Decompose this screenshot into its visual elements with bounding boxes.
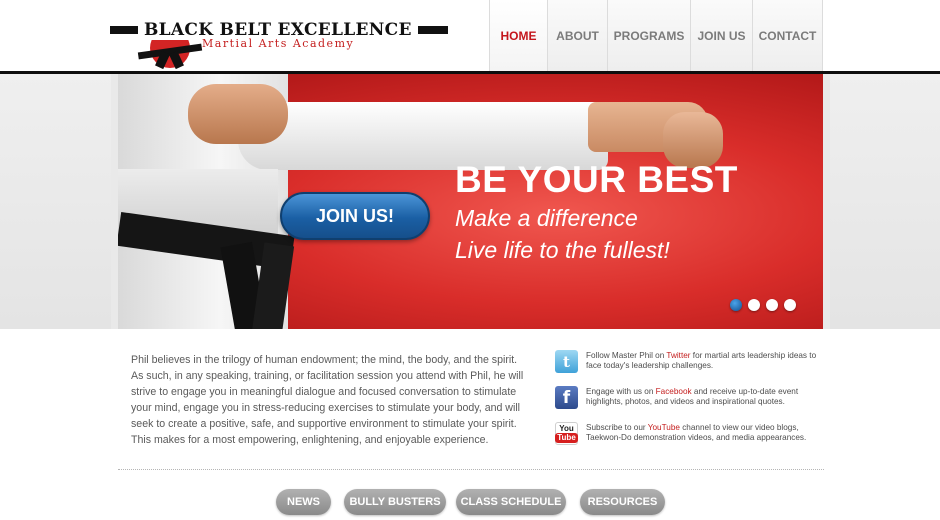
twitter-link[interactable]: Twitter [666,351,690,360]
nav-item-programs[interactable]: PROGRAMS [607,0,690,71]
slider-dot-2[interactable] [748,299,760,311]
social-facebook: f Engage with us on Facebook and receive… [555,386,825,409]
social-twitter: t Follow Master Phil on Twitter for mart… [555,350,825,373]
youtube-icon-tube: Tube [555,433,578,443]
nav-item-contact[interactable]: CONTACT [752,0,823,71]
hero-tagline-1: Make a difference [455,205,638,231]
footer-button-row: NEWS BULLY BUSTERS CLASS SCHEDULE RESOUR… [0,489,940,515]
class-schedule-button[interactable]: CLASS SCHEDULE [456,489,566,515]
facebook-icon[interactable]: f [555,386,578,409]
slider-dot-3[interactable] [766,299,778,311]
social-facebook-text: Engage with us on Facebook and receive u… [586,386,825,409]
social-youtube: You Tube Subscribe to our YouTube channe… [555,422,825,445]
join-us-button[interactable]: JOIN US! [280,192,430,240]
nav-item-join-us[interactable]: JOIN US [690,0,752,71]
hero-tagline-2: Live life to the fullest! [455,237,670,263]
hero-image-fist-left [188,84,288,144]
youtube-icon[interactable]: You Tube [555,422,578,445]
nav-item-home[interactable]: HOME [489,0,547,71]
slider-dot-4[interactable] [784,299,796,311]
slider-pagination [730,299,796,311]
resources-button[interactable]: RESOURCES [580,489,665,515]
social-text-part: Engage with us on [586,387,656,396]
social-text-part: Follow Master Phil on [586,351,667,360]
logo-subtitle: Martial Arts Academy [202,37,355,50]
content-divider [118,469,824,470]
main-nav: HOME ABOUT PROGRAMS JOIN US CONTACT [489,0,823,71]
hero-banner: JOIN US! BE YOUR BEST Make a difference … [111,74,830,329]
bully-busters-button[interactable]: BULLY BUSTERS [344,489,446,515]
page: BLACK BELT EXCELLENCE Martial Arts Acade… [0,0,940,520]
social-text-part: Subscribe to our [586,423,648,432]
news-button[interactable]: NEWS [276,489,331,515]
youtube-link[interactable]: YouTube [648,423,680,432]
site-logo[interactable]: BLACK BELT EXCELLENCE Martial Arts Acade… [110,20,450,70]
intro-paragraph: Phil believes in the trilogy of human en… [131,354,524,446]
slider-dot-1[interactable] [730,299,742,311]
social-youtube-text: Subscribe to our YouTube channel to view… [586,422,825,445]
twitter-icon[interactable]: t [555,350,578,373]
youtube-icon-you: You [559,424,574,433]
facebook-link[interactable]: Facebook [656,387,692,396]
social-twitter-text: Follow Master Phil on Twitter for martia… [586,350,825,373]
hero-headline: BE YOUR BEST [455,159,738,200]
nav-item-about[interactable]: ABOUT [547,0,607,71]
site-header: BLACK BELT EXCELLENCE Martial Arts Acade… [0,0,940,72]
